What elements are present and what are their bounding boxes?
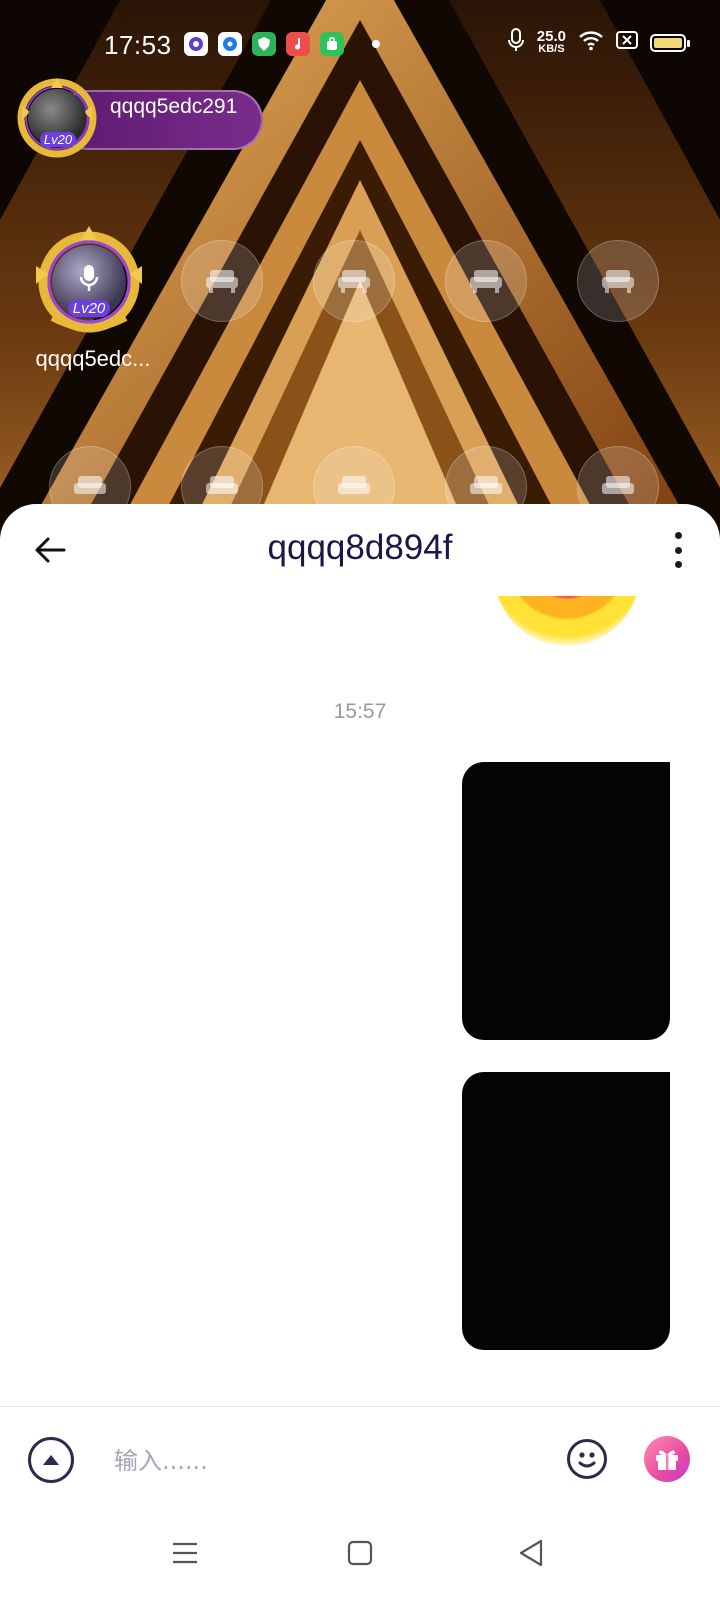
system-nav-bar bbox=[0, 1510, 720, 1600]
recent-apps-button[interactable] bbox=[168, 1536, 202, 1570]
status-time: 17:53 bbox=[104, 30, 172, 60]
seat-user-name: qqqq5edc... bbox=[35, 346, 151, 371]
chat-title: qqqq8d894f bbox=[267, 528, 453, 567]
shop-notif-icon bbox=[320, 32, 344, 56]
more-notifications-dot bbox=[372, 40, 380, 48]
sofa-icon bbox=[602, 270, 634, 293]
seat-level-badge: Lv20 bbox=[68, 300, 110, 317]
status-bar: 17:53 25.0 KB/S bbox=[0, 0, 720, 90]
message-timestamp: 15:57 bbox=[333, 700, 387, 723]
empty-seat[interactable] bbox=[181, 240, 263, 322]
more-vertical-icon bbox=[674, 532, 682, 539]
empty-seat[interactable] bbox=[445, 240, 527, 322]
gift-sticker-message[interactable] bbox=[494, 596, 640, 646]
gift-icon bbox=[656, 1450, 678, 1470]
menu-icon bbox=[173, 1542, 197, 1564]
triangle-up-icon bbox=[43, 1455, 59, 1465]
sofa-icon bbox=[206, 270, 238, 293]
mic-icon bbox=[79, 264, 99, 297]
empty-seat[interactable] bbox=[577, 240, 659, 322]
sofa-icon bbox=[338, 476, 370, 494]
sim-off-icon bbox=[616, 30, 638, 55]
chat-sheet: qqqq8d894f 15:57 bbox=[0, 504, 720, 1600]
image-message[interactable] bbox=[462, 762, 670, 1040]
seat-occupied[interactable]: Lv20 bbox=[32, 226, 146, 336]
back-nav-button[interactable] bbox=[514, 1536, 548, 1570]
wifi-icon bbox=[578, 29, 604, 56]
music-notif-icon bbox=[286, 32, 310, 56]
net-speed-value: 25.0 bbox=[536, 27, 566, 45]
expand-menu-button[interactable] bbox=[28, 1437, 74, 1483]
message-input-bar bbox=[0, 1406, 720, 1511]
home-button[interactable] bbox=[343, 1536, 377, 1570]
emoji-button[interactable] bbox=[567, 1439, 607, 1479]
shield-notif-icon bbox=[252, 32, 276, 56]
sofa-icon bbox=[74, 476, 106, 494]
net-speed-unit: KB/S bbox=[538, 42, 565, 55]
chat-header: qqqq8d894f bbox=[0, 504, 720, 596]
empty-seat[interactable] bbox=[313, 240, 395, 322]
message-list[interactable]: 15:57 bbox=[0, 596, 720, 1408]
gift-button[interactable] bbox=[644, 1436, 690, 1482]
image-message[interactable] bbox=[462, 1072, 670, 1350]
host-level-badge: Lv20 bbox=[40, 132, 76, 147]
more-options-button[interactable] bbox=[668, 528, 688, 572]
smiley-icon bbox=[578, 1452, 596, 1468]
host-name: qqqq5edc291 bbox=[110, 95, 238, 118]
battery-icon bbox=[650, 33, 690, 52]
app-notif-icon-1 bbox=[184, 32, 208, 56]
triangle-back-icon bbox=[519, 1539, 543, 1567]
sofa-icon bbox=[338, 270, 370, 293]
message-input[interactable] bbox=[112, 1435, 536, 1487]
host-avatar[interactable]: Lv20 bbox=[16, 76, 98, 158]
mic-icon bbox=[507, 28, 525, 57]
app-notif-icon-2 bbox=[218, 32, 242, 56]
sofa-icon bbox=[206, 476, 238, 494]
square-icon bbox=[347, 1540, 373, 1566]
system-icons: 25.0 KB/S bbox=[507, 27, 690, 57]
sofa-icon bbox=[470, 476, 502, 494]
notification-icons bbox=[184, 32, 344, 56]
sofa-icon bbox=[470, 270, 502, 293]
network-speed: 25.0 KB/S bbox=[536, 27, 566, 55]
sofa-icon bbox=[602, 476, 634, 494]
